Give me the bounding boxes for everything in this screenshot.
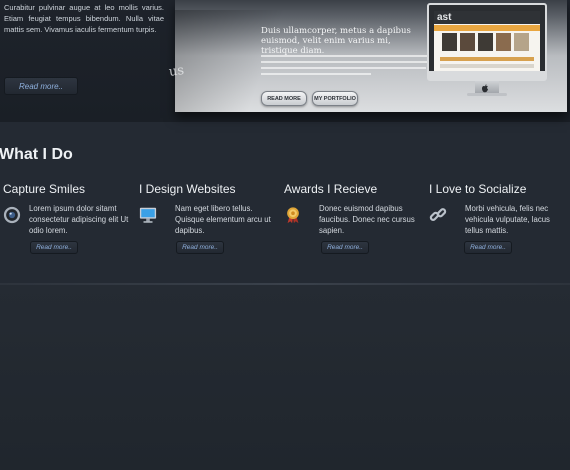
slide-text-line xyxy=(261,73,371,75)
service-read-more-button[interactable]: Read more.. xyxy=(321,241,369,254)
service-body: Morbi vehicula, felis nec vehicula vulpu… xyxy=(429,204,569,264)
service-title: Awards I Recieve xyxy=(284,182,378,196)
featured-slider: Curabitur pulvinar augue at leo mollis v… xyxy=(0,0,570,122)
monitor-chin xyxy=(429,71,545,79)
service-body: Lorem ipsum dolor sitamt consectetur adi… xyxy=(3,204,143,264)
service-design-websites: I Design Websites Nam eget libero tellus… xyxy=(139,182,279,254)
screen-thumbnail xyxy=(514,33,529,51)
service-title: Capture Smiles xyxy=(3,182,86,196)
screen-row xyxy=(440,57,534,61)
service-read-more-button[interactable]: Read more.. xyxy=(176,241,224,254)
service-body: Donec euismod dapibus faucibus. Donec ne… xyxy=(284,204,424,264)
service-title: I Love to Socialize xyxy=(429,182,527,196)
service-body: Nam eget libero tellus. Quisque elementu… xyxy=(139,204,279,264)
service-awards: Awards I Recieve Donec euismod dapibus f… xyxy=(284,182,424,254)
slide-text-line xyxy=(261,61,431,63)
service-capture-smiles: Capture Smiles Lorem ipsum dolor sitamt … xyxy=(3,182,143,254)
service-description: Lorem ipsum dolor sitamt consectetur adi… xyxy=(29,204,129,235)
award-medal-icon xyxy=(287,207,299,224)
section-title: What I Do xyxy=(0,146,73,163)
service-title: I Design Websites xyxy=(139,182,236,196)
camera-lens-icon xyxy=(3,206,21,224)
service-description: Donec euismod dapibus faucibus. Donec ne… xyxy=(319,204,415,235)
slide-text-line xyxy=(261,67,426,69)
slide-text-line xyxy=(261,55,431,57)
imac-monitor-image: ast xyxy=(427,3,547,81)
screen-row xyxy=(440,64,534,68)
slider-read-more-button[interactable]: Read more.. xyxy=(4,77,78,95)
chain-link-icon xyxy=(429,208,447,221)
slider-description: Curabitur pulvinar augue at leo mollis v… xyxy=(4,3,164,34)
service-description: Morbi vehicula, felis nec vehicula vulpu… xyxy=(465,204,550,235)
screen-thumbnail xyxy=(496,33,511,51)
screen-thumbnail xyxy=(478,33,493,51)
screen-thumbnail xyxy=(460,33,475,51)
screen-logo: ast xyxy=(437,12,452,23)
screen-thumbnail xyxy=(442,33,457,51)
footer-area xyxy=(0,285,570,470)
monitor-stand-base xyxy=(467,93,507,96)
service-read-more-button[interactable]: Read more.. xyxy=(30,241,78,254)
slide-portfolio-button[interactable]: MY PORTFOLIO xyxy=(312,91,358,106)
service-read-more-button[interactable]: Read more.. xyxy=(464,241,512,254)
apple-logo-icon xyxy=(482,84,488,93)
monitor-icon xyxy=(139,207,157,223)
service-description: Nam eget libero tellus. Quisque elementu… xyxy=(175,204,271,235)
slide-watermark: us xyxy=(168,63,186,80)
slide-heading: Duis ullamcorper, metus a dapibus euismo… xyxy=(261,26,411,56)
service-socialize: I Love to Socialize Morbi vehicula, feli… xyxy=(429,182,569,254)
slide-image: us Duis ullamcorper, metus a dapibus eui… xyxy=(168,0,567,112)
slide-read-more-button[interactable]: READ MORE xyxy=(261,91,307,106)
screen-nav-bar xyxy=(434,25,540,31)
monitor-screen: ast xyxy=(434,11,540,74)
